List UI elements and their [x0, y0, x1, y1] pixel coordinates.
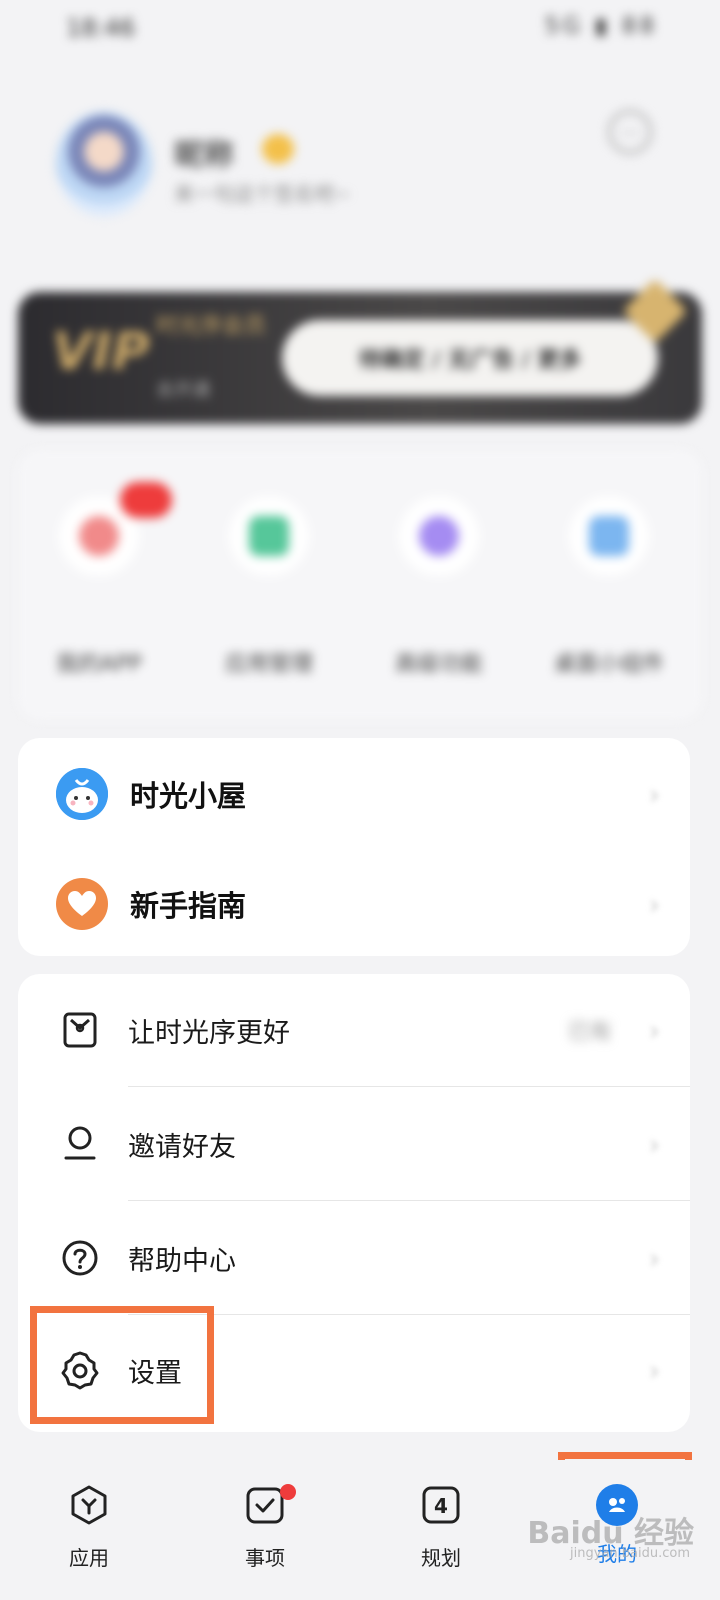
feature-label: 时光小屋: [130, 779, 247, 813]
menu-label: 邀请好友: [128, 1131, 236, 1163]
tool-icon: [229, 496, 309, 576]
user-badge-icon: [262, 134, 294, 164]
chevron-right-icon: ›: [648, 1241, 660, 1275]
cloud-character-icon: [56, 768, 108, 820]
watermark-url: jingyan.baidu.com: [570, 1546, 690, 1561]
vip-banner[interactable]: VIP 时光序会员 去开通 待确定 / 无广告 / 更多: [18, 278, 702, 424]
vip-subtitle: 去开通: [156, 380, 210, 401]
status-icons: 5G ▮ 88: [544, 14, 658, 39]
tool-label: 我的APP: [56, 652, 142, 677]
divider: [128, 1200, 690, 1201]
user-bio: 来一句这个签名吧~: [174, 182, 351, 206]
tab-apps[interactable]: 应用: [34, 1484, 144, 1571]
divider: [128, 1086, 690, 1087]
tab-plan[interactable]: 4 规划: [386, 1484, 496, 1571]
vip-title: 时光序会员: [156, 314, 267, 339]
plan-glyph: 4: [434, 1494, 448, 1518]
tool-advanced[interactable]: 高级功能: [364, 496, 514, 678]
chevron-right-icon: ›: [648, 887, 660, 921]
tool-badge: [120, 482, 172, 518]
feature-card: 时光小屋 › 新手指南 ›: [18, 738, 690, 956]
user-name: 昵称: [174, 138, 234, 173]
tool-label: 桌面小组件: [553, 652, 664, 677]
status-bar: 18:46 5G ▮ 88: [0, 0, 720, 60]
feature-label: 新手指南: [130, 889, 247, 923]
tab-label: 应用: [69, 1546, 109, 1570]
apps-icon: [71, 1485, 107, 1525]
tool-label: 高级功能: [394, 652, 483, 677]
chevron-right-icon: ›: [648, 1353, 660, 1387]
menu-row-feedback[interactable]: 让时光序更好 已有 ›: [18, 974, 690, 1086]
quick-tools: 我的APP 应用管理 高级功能 桌面小组件: [18, 450, 702, 720]
feature-row-guide[interactable]: 新手指南 ›: [18, 848, 690, 960]
user-icon: [64, 1126, 96, 1160]
tab-tasks[interactable]: 事项: [210, 1484, 320, 1571]
plan-four-icon: 4: [422, 1486, 460, 1524]
tool-icon: [399, 496, 479, 576]
tool-icon: [569, 496, 649, 576]
menu-row-help[interactable]: 帮助中心 ›: [18, 1202, 690, 1314]
menu-label: 帮助中心: [128, 1245, 236, 1277]
heart-icon: [56, 878, 108, 930]
feedback-icon: [63, 1012, 97, 1048]
help-icon: [62, 1240, 98, 1276]
tab-label: 事项: [245, 1546, 285, 1570]
chevron-right-icon: ›: [648, 777, 660, 811]
profile-more-icon[interactable]: ⋯: [608, 110, 652, 154]
chevron-right-icon: ›: [648, 1127, 660, 1161]
status-time: 18:46: [66, 14, 136, 42]
menu-label: 让时光序更好: [128, 1017, 290, 1049]
profile-header[interactable]: 昵称 来一句这个签名吧~ ⋯: [50, 108, 670, 228]
notification-dot: [280, 1484, 296, 1500]
menu-row-invite[interactable]: 邀请好友 ›: [18, 1088, 690, 1200]
menu-value: 已有: [567, 1020, 612, 1045]
tool-my-app[interactable]: 我的APP: [24, 482, 174, 678]
vip-logo: VIP: [52, 322, 150, 382]
tool-label: 应用管理: [224, 652, 313, 677]
vip-cta-button[interactable]: 待确定 / 无广告 / 更多: [282, 320, 658, 396]
tab-label: 规划: [421, 1546, 461, 1570]
tool-widgets[interactable]: 桌面小组件: [534, 496, 684, 678]
tool-app-management[interactable]: 应用管理: [194, 496, 344, 678]
settings-highlight: [30, 1306, 214, 1424]
chevron-right-icon: ›: [648, 1013, 660, 1047]
avatar[interactable]: [56, 112, 152, 216]
feature-row-time-house[interactable]: 时光小屋 ›: [18, 738, 690, 850]
